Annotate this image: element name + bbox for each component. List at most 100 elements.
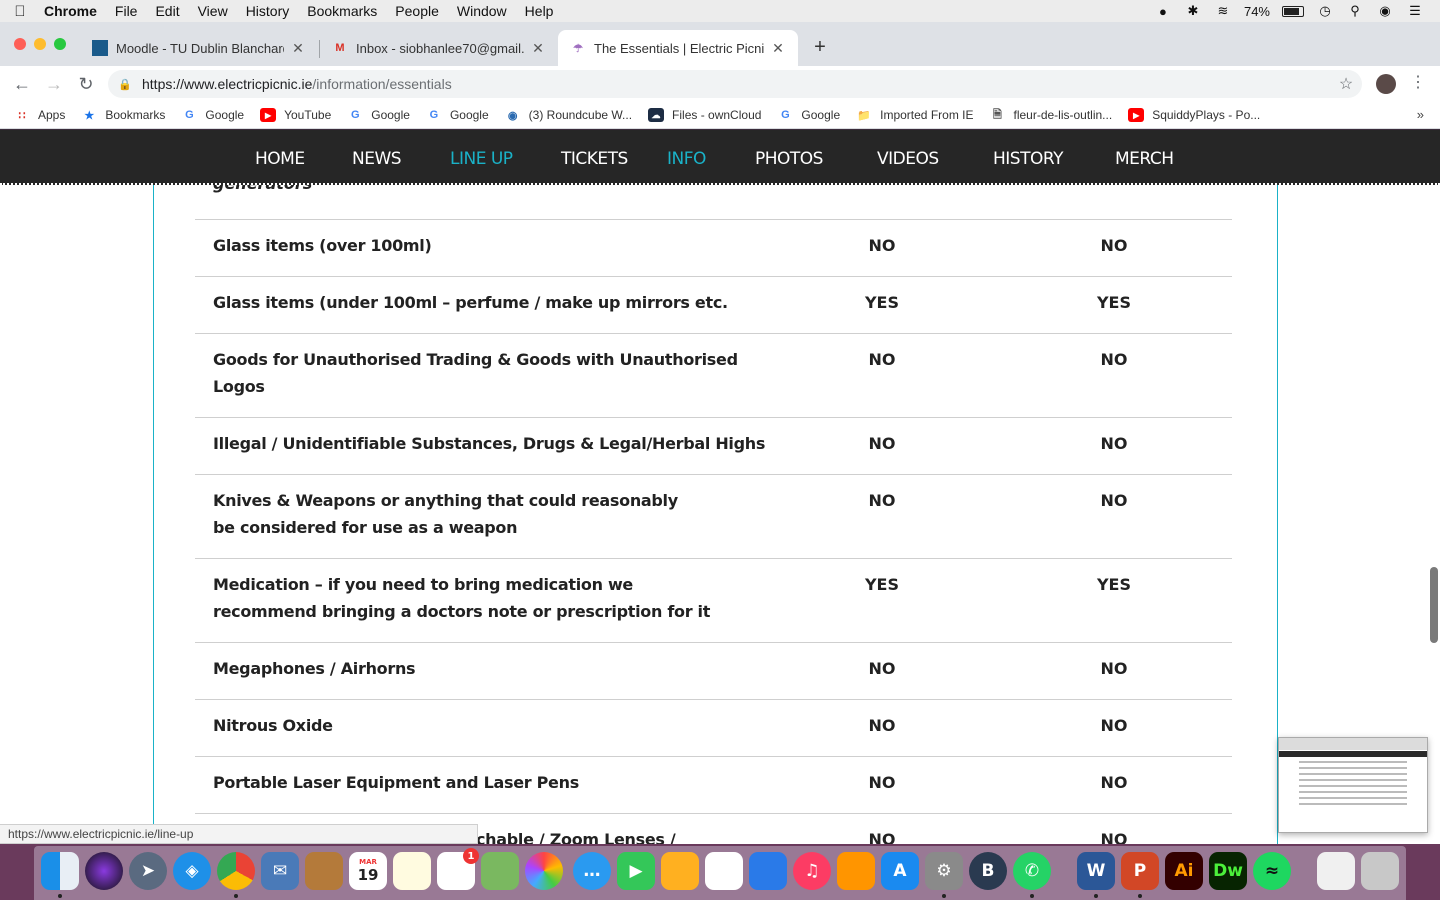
menu-edit[interactable]: Edit <box>146 3 188 19</box>
bookmark-bookmarks[interactable]: ★ Bookmarks <box>81 108 165 122</box>
launchpad-icon[interactable]: ➤ <box>129 852 167 890</box>
bookmark-squiddyplays[interactable]: ▶ SquiddyPlays - Po... <box>1128 108 1260 122</box>
nav-history[interactable]: HISTORY <box>993 149 1063 169</box>
close-window-button[interactable] <box>14 38 26 50</box>
menu-app-name[interactable]: Chrome <box>40 3 106 19</box>
notification-center-icon[interactable]: ☰ <box>1406 3 1424 18</box>
bookmark-apps[interactable]: ∷ Apps <box>14 108 66 122</box>
bookmark-google[interactable]: G Google <box>347 108 410 122</box>
minimize-window-button[interactable] <box>34 38 46 50</box>
menu-window[interactable]: Window <box>448 3 516 19</box>
system-preferences-icon[interactable]: ⚙ <box>925 852 963 890</box>
nav-photos[interactable]: PHOTOS <box>755 149 823 169</box>
documents-stack-icon[interactable] <box>1317 852 1355 890</box>
battery-icon[interactable] <box>1282 5 1304 17</box>
photos-icon[interactable] <box>525 852 563 890</box>
page-viewport: generators Glass items (over 100ml) NO N… <box>0 130 1440 844</box>
zoom-window-button[interactable] <box>54 38 66 50</box>
more-bookmarks-icon[interactable]: » <box>1417 107 1424 122</box>
nav-info[interactable]: INFO <box>667 149 706 169</box>
tab-moodle[interactable]: Moodle - TU Dublin Blanchardstown ✕ <box>80 30 318 66</box>
mail-icon[interactable]: ✉ <box>261 852 299 890</box>
bookmarks-bar: ∷ Apps ★ Bookmarks G Google ▶ YouTube G Googl… <box>0 102 1440 129</box>
gmail-icon: M <box>335 42 345 54</box>
bitwarden-icon[interactable]: B <box>969 852 1007 890</box>
facetime-icon[interactable]: ▶ <box>617 852 655 890</box>
bookmark-owncloud[interactable]: ☁ Files - ownCloud <box>648 108 761 122</box>
creative-cloud-icon[interactable]: ● <box>1154 4 1172 19</box>
illustrator-icon[interactable]: Ai <box>1165 852 1203 890</box>
nav-tickets[interactable]: TICKETS <box>561 149 628 169</box>
tab-electric-picnic[interactable]: ☂ The Essentials | Electric Picnic ✕ <box>558 30 798 66</box>
nav-videos[interactable]: VIDEOS <box>877 149 939 169</box>
finder-icon[interactable] <box>41 852 79 890</box>
siri-icon[interactable] <box>85 852 123 890</box>
bookmark-google[interactable]: G Google <box>426 108 489 122</box>
reminders-icon[interactable]: 1 <box>437 848 479 890</box>
bookmark-google[interactable]: G Google <box>777 108 840 122</box>
word-icon[interactable]: W <box>1077 852 1115 890</box>
trash-icon[interactable] <box>1361 852 1399 890</box>
nav-news[interactable]: NEWS <box>352 149 402 169</box>
vertical-scrollbar-thumb[interactable] <box>1430 567 1438 643</box>
keynote-icon[interactable] <box>749 852 787 890</box>
tab-gmail[interactable]: M Inbox - siobhanlee70@gmail.com ✕ <box>320 30 558 66</box>
menu-help[interactable]: Help <box>516 3 563 19</box>
safari-icon[interactable]: ◈ <box>173 852 211 890</box>
bookmark-youtube[interactable]: ▶ YouTube <box>260 108 331 122</box>
ep-icon: ☂ <box>573 42 583 55</box>
table-cell-col1: NO <box>868 773 896 792</box>
close-tab-icon[interactable]: ✕ <box>770 40 786 57</box>
lock-icon[interactable]: 🔒 <box>108 78 142 91</box>
messages-icon[interactable]: … <box>573 852 611 890</box>
bookmark-fleur[interactable]: 🗎 fleur-de-lis-outlin... <box>989 108 1112 122</box>
chrome-menu-icon[interactable]: ⋮ <box>1410 72 1426 92</box>
bookmark-google[interactable]: G Google <box>181 108 244 122</box>
books-icon[interactable] <box>837 852 875 890</box>
dreamweaver-icon[interactable]: Dw <box>1209 852 1247 890</box>
close-tab-icon[interactable]: ✕ <box>530 40 546 57</box>
calendar-icon[interactable]: MAR 19 <box>349 852 387 890</box>
nav-line-up[interactable]: LINE UP <box>450 149 513 169</box>
contacts-icon[interactable] <box>305 852 343 890</box>
numbers-icon[interactable] <box>705 852 743 890</box>
spotify-icon[interactable]: ≈ <box>1253 852 1291 890</box>
address-bar[interactable]: 🔒 https://www.electricpicnic.ie/informat… <box>108 70 1362 98</box>
menu-view[interactable]: View <box>189 3 237 19</box>
calendar-month: MAR <box>359 858 377 866</box>
spotlight-search-icon[interactable]: ⚲ <box>1346 3 1364 18</box>
profile-avatar[interactable] <box>1376 74 1396 94</box>
powerpoint-icon[interactable]: P <box>1121 852 1159 890</box>
whatsapp-icon[interactable]: ✆ <box>1013 852 1051 890</box>
forward-arrow-icon[interactable]: → <box>38 74 70 95</box>
nav-home[interactable]: HOME <box>255 149 305 169</box>
screenshot-preview-thumbnail[interactable] <box>1278 737 1428 833</box>
reload-icon[interactable]: ↻ <box>70 74 102 95</box>
menu-file[interactable]: File <box>106 3 147 19</box>
new-tab-button[interactable]: + <box>810 36 830 59</box>
bookmark-roundcube[interactable]: ◉ (3) Roundcube W... <box>505 108 632 122</box>
nav-merch[interactable]: MERCH <box>1115 149 1174 169</box>
close-tab-icon[interactable]: ✕ <box>290 40 306 57</box>
bookmark-star-icon[interactable]: ☆ <box>1330 74 1362 94</box>
back-arrow-icon[interactable]: ← <box>6 74 38 95</box>
music-icon[interactable]: ♫ <box>793 852 831 890</box>
time-machine-icon[interactable]: ◷ <box>1316 3 1334 18</box>
table-cell-item: Illegal / Unidentifiable Substances, Dru… <box>213 434 766 453</box>
bookmark-folder-imported[interactable]: 📁 Imported From IE <box>856 108 973 122</box>
apple-menu-icon[interactable]:  <box>0 3 40 20</box>
menu-people[interactable]: People <box>386 3 448 19</box>
wifi-icon[interactable]: ≋ <box>1214 3 1232 18</box>
siri-icon[interactable]: ◉ <box>1376 3 1394 18</box>
maps-icon[interactable] <box>481 852 519 890</box>
notes-icon[interactable] <box>393 852 431 890</box>
news-icon[interactable] <box>661 852 699 890</box>
menu-bookmarks[interactable]: Bookmarks <box>298 3 386 19</box>
chrome-icon[interactable] <box>217 852 255 890</box>
table-row: Goods for Unauthorised Trading & Goods w… <box>195 333 1232 417</box>
running-indicator <box>234 894 238 898</box>
bluetooth-icon[interactable]: ✱ <box>1184 3 1202 18</box>
menu-history[interactable]: History <box>237 3 299 19</box>
app-store-icon[interactable]: A <box>881 852 919 890</box>
moodle-icon <box>92 40 108 56</box>
